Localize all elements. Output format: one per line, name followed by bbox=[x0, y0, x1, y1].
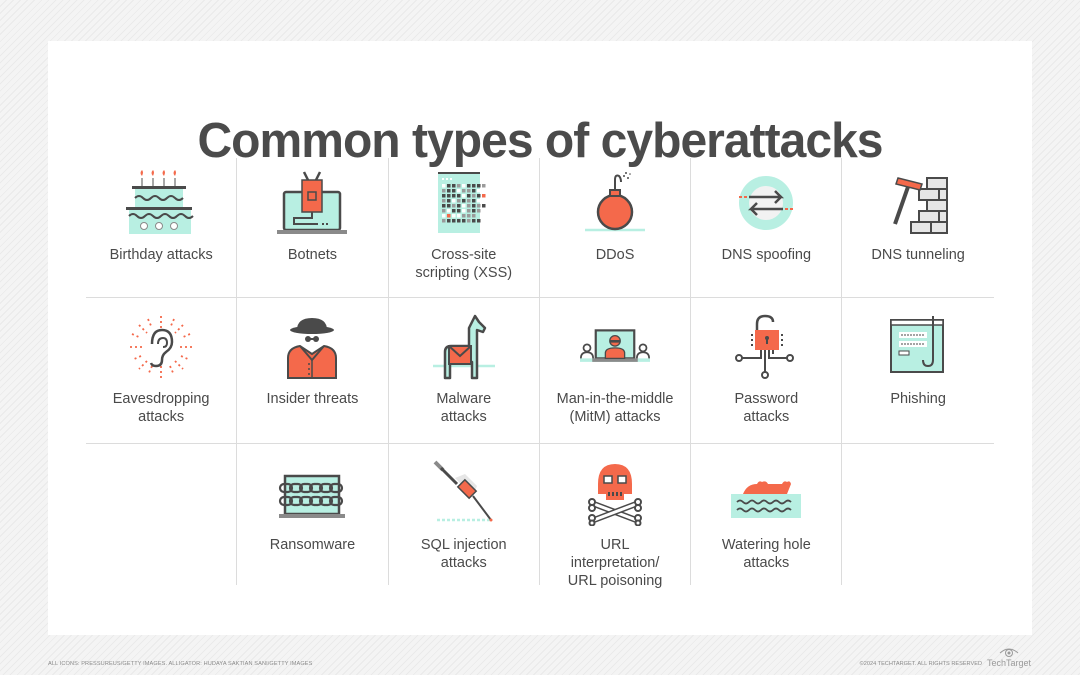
attack-item-ddos: DDoS bbox=[540, 158, 692, 297]
attack-label: Cross-site scripting (XSS) bbox=[415, 247, 513, 281]
copyright-notice: ©2024 TECHTARGET. ALL RIGHTS RESERVED bbox=[859, 661, 982, 667]
attack-item-mitm: Man-in-the-middle (MitM) attacks bbox=[540, 298, 692, 443]
padlock-circuit-icon bbox=[731, 314, 801, 380]
attack-item-birthday: Birthday attacks bbox=[86, 158, 238, 297]
attack-label: Password attacks bbox=[734, 391, 799, 425]
attack-label: Birthday attacks bbox=[109, 247, 213, 263]
attack-item-insider-threats: Insider threats bbox=[237, 298, 389, 443]
attack-item-ransomware: Ransomware bbox=[237, 444, 389, 585]
attack-item-malware: Malware attacks bbox=[389, 298, 540, 443]
swap-arrows-icon bbox=[731, 170, 801, 236]
attack-item-eavesdropping: Eavesdropping attacks bbox=[86, 298, 238, 443]
attack-item-botnets: Botnets bbox=[237, 158, 389, 297]
spy-icon bbox=[277, 314, 347, 380]
attack-item-password: Password attacks bbox=[691, 298, 843, 443]
attack-label: Insider threats bbox=[266, 391, 359, 407]
grid-row: Eavesdropping attacks Insider threats Ma… bbox=[86, 298, 994, 444]
brand-name: TechTarget bbox=[986, 658, 1032, 668]
attack-item-watering-hole: Watering hole attacks bbox=[691, 444, 843, 585]
grid-row: Ransomware SQL injection attacks URL int… bbox=[86, 444, 994, 589]
empty-cell bbox=[842, 444, 993, 585]
attack-label: DNS tunneling bbox=[871, 247, 965, 263]
phishing-hook-icon bbox=[883, 314, 953, 380]
image-credits: ALL ICONS: PRESSUREUS/GETTY IMAGES. ALLI… bbox=[48, 661, 313, 667]
attack-item-sql-injection: SQL injection attacks bbox=[389, 444, 540, 585]
attack-item-dns-spoofing: DNS spoofing bbox=[691, 158, 843, 297]
bomb-icon bbox=[580, 170, 650, 236]
trojan-horse-icon bbox=[429, 314, 499, 380]
attack-label: URL interpretation/ URL poisoning bbox=[567, 537, 663, 589]
birthday-cake-icon bbox=[126, 170, 196, 236]
attack-label: Eavesdropping attacks bbox=[112, 391, 210, 425]
empty-cell bbox=[86, 444, 238, 585]
attack-item-dns-tunneling: DNS tunneling bbox=[842, 158, 993, 297]
techtarget-logo: TechTarget bbox=[986, 646, 1032, 670]
ear-icon bbox=[126, 314, 196, 380]
attack-types-grid: Birthday attacks Botnets Cross-site scri… bbox=[86, 158, 994, 589]
syringe-icon bbox=[429, 460, 499, 526]
attack-label: Ransomware bbox=[269, 537, 356, 553]
attack-label: SQL injection attacks bbox=[420, 537, 507, 571]
attack-item-url-poisoning: URL interpretation/ URL poisoning bbox=[540, 444, 692, 589]
attack-label: Man-in-the-middle (MitM) attacks bbox=[556, 391, 674, 425]
skull-crossbones-icon bbox=[580, 460, 650, 526]
alligator-water-icon bbox=[731, 460, 802, 526]
grid-row: Birthday attacks Botnets Cross-site scri… bbox=[86, 158, 994, 298]
attack-label: Botnets bbox=[287, 247, 338, 263]
eye-logo-icon bbox=[999, 648, 1019, 657]
attack-label: Watering hole attacks bbox=[721, 537, 811, 571]
attack-label: DDoS bbox=[595, 247, 635, 263]
chained-laptop-icon bbox=[277, 460, 347, 526]
attack-label: Malware attacks bbox=[436, 391, 492, 425]
attack-item-phishing: Phishing bbox=[842, 298, 993, 443]
attack-label: DNS spoofing bbox=[721, 247, 812, 263]
xss-grid-icon bbox=[429, 170, 499, 236]
hammer-brick-wall-icon bbox=[883, 170, 953, 236]
botnet-laptop-icon bbox=[277, 170, 348, 236]
attack-item-xss: Cross-site scripting (XSS) bbox=[389, 158, 540, 297]
attack-label: Phishing bbox=[890, 391, 946, 407]
mitm-laptop-icon bbox=[580, 314, 651, 380]
